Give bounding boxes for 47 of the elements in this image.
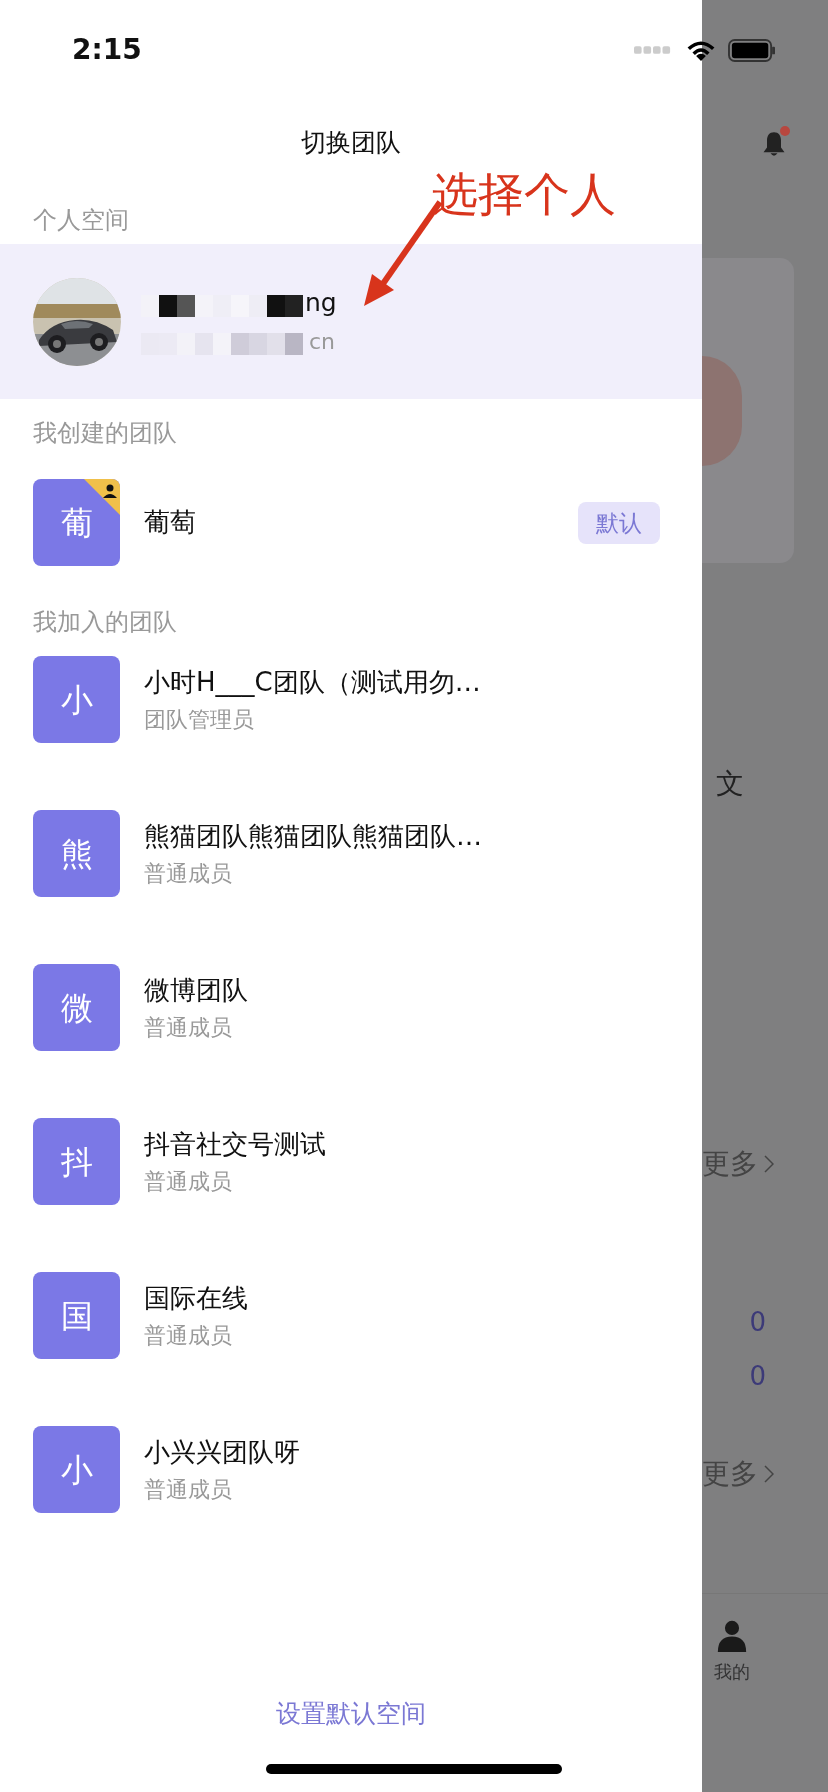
member-role: 团队管理员 (144, 705, 255, 734)
member-role: 普通成员 (144, 1321, 233, 1350)
annotation-label: 选择个人 (432, 166, 616, 222)
team-avatar: 微 (33, 964, 120, 1051)
section-heading: 我加入的团队 (33, 607, 177, 638)
team-row[interactable]: 小 小兴兴团队呀 普通成员 (0, 1426, 702, 1513)
partial-label: 文 (716, 766, 745, 802)
chevron-icon (764, 1465, 774, 1483)
set-default-space-button[interactable]: 设置默认空间 (276, 1694, 426, 1732)
team-row[interactable]: 小 小时H___C团队（测试用勿… 团队管理员 (0, 656, 702, 743)
team-avatar: 熊 (33, 810, 120, 897)
team-name: 抖音社交号测试 (144, 1127, 326, 1160)
drawer-title: 切换团队 (300, 127, 402, 159)
personal-account-row[interactable]: ng cn (0, 244, 702, 399)
team-name: 小兴兴团队呀 (144, 1435, 300, 1468)
team-avatar: 国 (33, 1272, 120, 1359)
team-row[interactable]: 国 国际在线 普通成员 (0, 1272, 702, 1359)
team-avatar: 葡 (33, 479, 120, 566)
team-name: 国际在线 (144, 1281, 248, 1314)
team-avatar: 小 (33, 1426, 120, 1513)
team-name: 微博团队 (144, 973, 248, 1006)
count-value: 0 (749, 1306, 766, 1339)
chevron-icon (764, 1155, 774, 1173)
status-time: 2:15 (72, 32, 142, 68)
team-name: 熊猫团队熊猫团队熊猫团队… (144, 819, 482, 852)
member-role: 普通成员 (144, 1167, 233, 1196)
count-value: 0 (749, 1360, 766, 1393)
team-row[interactable]: 抖 抖音社交号测试 普通成员 (0, 1118, 702, 1205)
section-heading: 我创建的团队 (33, 418, 177, 449)
team-name: 小时H___C团队（测试用勿… (144, 665, 481, 698)
section-heading: 个人空间 (33, 205, 129, 236)
team-name: 葡萄 (144, 506, 197, 539)
team-avatar: 抖 (33, 1118, 120, 1205)
wifi-icon (686, 39, 716, 61)
member-role: 普通成员 (144, 859, 233, 888)
member-role: 普通成员 (144, 1013, 233, 1042)
member-role: 普通成员 (144, 1475, 233, 1504)
person-icon (715, 1618, 749, 1652)
account-name: ng (305, 288, 337, 317)
team-row[interactable]: 熊 熊猫团队熊猫团队熊猫团队… 普通成员 (0, 810, 702, 897)
team-avatar: 小 (33, 656, 120, 743)
battery-icon (728, 38, 776, 62)
signal-icon (634, 46, 672, 54)
team-row[interactable]: 葡 葡萄 默认 (0, 479, 702, 566)
default-badge: 默认 (578, 501, 660, 544)
account-email: cn (309, 328, 336, 355)
team-row[interactable]: 微 微博团队 普通成员 (0, 964, 702, 1051)
